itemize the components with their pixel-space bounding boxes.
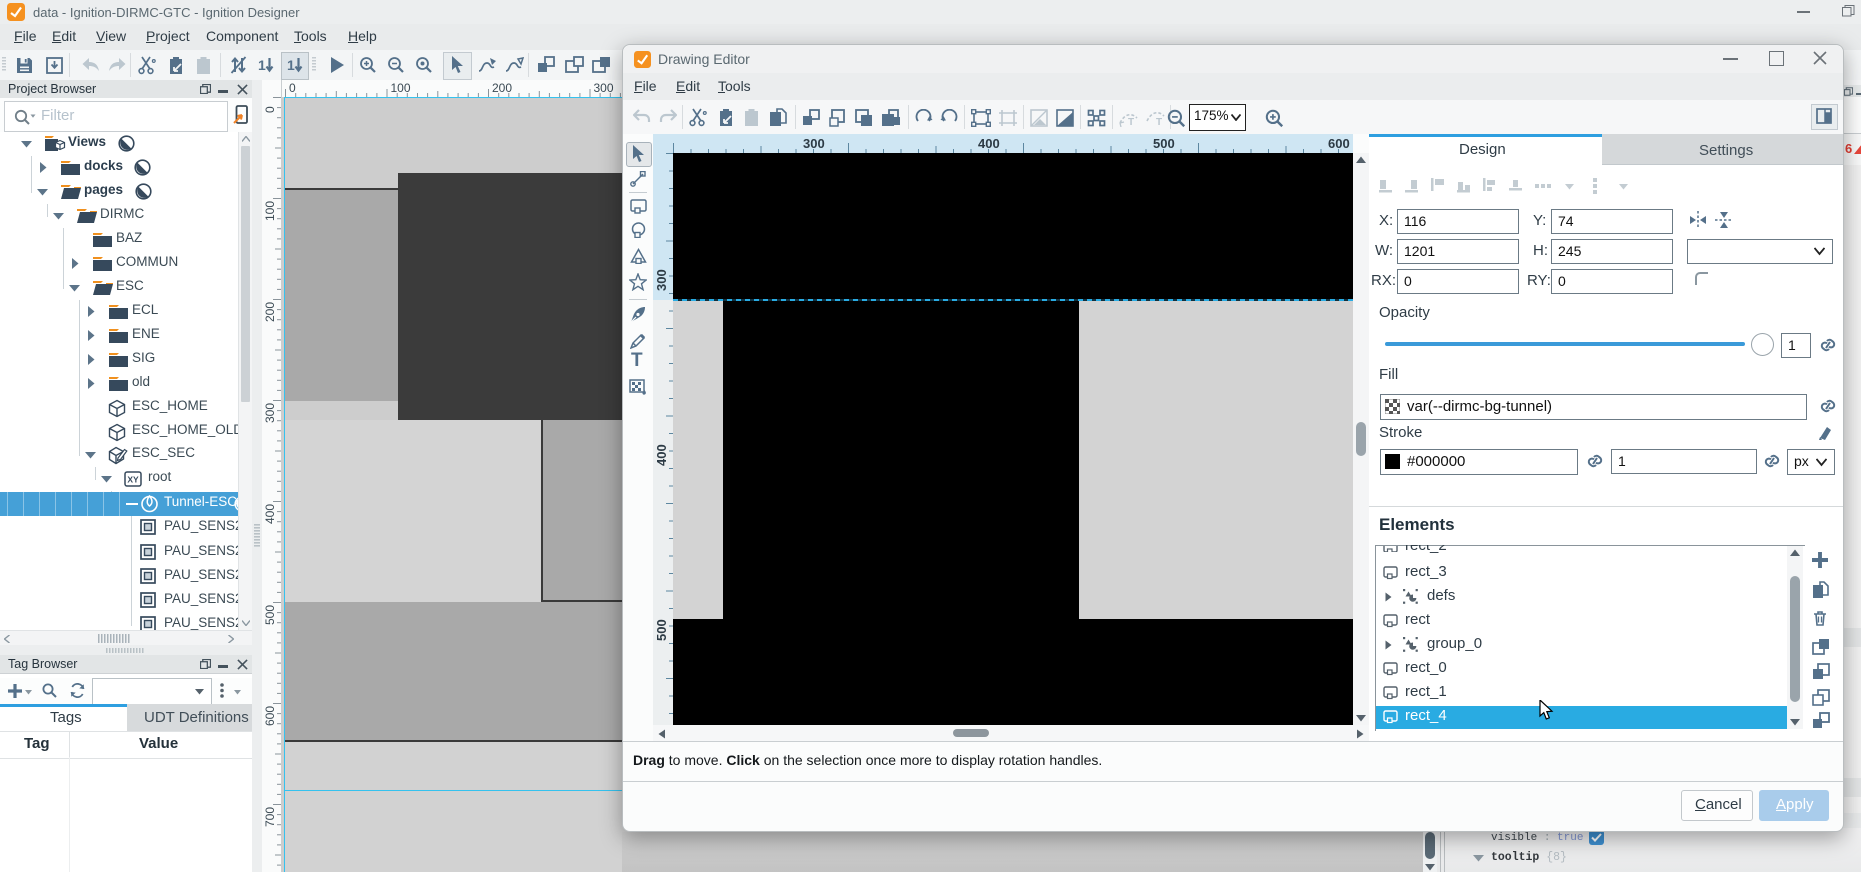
svg-text:400: 400: [263, 504, 277, 524]
svg-text:300: 300: [594, 81, 614, 95]
svg-text:400: 400: [654, 444, 669, 466]
svg-text:T: T: [1128, 117, 1134, 127]
svg-text:400: 400: [978, 136, 1000, 151]
svg-text:0: 0: [289, 81, 296, 95]
svg-text:600: 600: [1328, 136, 1350, 151]
svg-text:700: 700: [263, 807, 277, 827]
svg-text:500: 500: [654, 619, 669, 641]
svg-text:300: 300: [803, 136, 825, 151]
svg-text:500: 500: [263, 605, 277, 625]
svg-text:1: 1: [287, 57, 295, 73]
svg-text:500: 500: [1153, 136, 1175, 151]
svg-text:T: T: [1156, 117, 1162, 127]
svg-text:100: 100: [391, 81, 411, 95]
svg-text:600: 600: [263, 706, 277, 726]
svg-text:300: 300: [263, 403, 277, 423]
svg-text:XY: XY: [127, 475, 139, 485]
svg-text:300: 300: [654, 269, 669, 291]
svg-text:200: 200: [263, 302, 277, 322]
svg-text:1: 1: [258, 57, 266, 73]
svg-text:0: 0: [263, 106, 277, 113]
svg-text:100: 100: [263, 201, 277, 221]
svg-text:200: 200: [492, 81, 512, 95]
